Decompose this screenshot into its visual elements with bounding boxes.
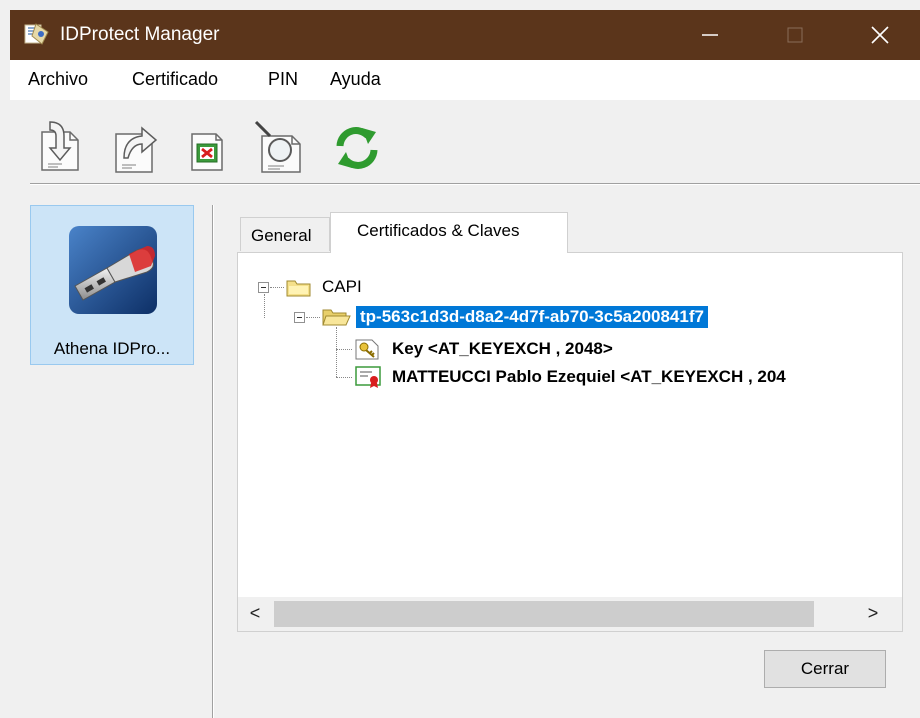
tree-node-key[interactable]: Key <AT_KEYEXCH , 2048> — [392, 339, 613, 359]
minimize-icon — [702, 34, 718, 36]
refresh-icon — [336, 127, 378, 169]
idprotect-app-icon — [24, 23, 49, 45]
menu-archivo[interactable]: Archivo — [28, 69, 88, 90]
tree-node-container[interactable]: tp-563c1d3d-d8a2-4d7f-ab70-3c5a200841f7 — [356, 306, 708, 328]
tree-connector — [336, 349, 352, 350]
import-certificate-icon — [41, 121, 79, 171]
collapse-container-toggle[interactable] — [294, 312, 305, 323]
scroll-right-button[interactable]: > — [856, 597, 890, 631]
toolbar-divider — [30, 183, 920, 185]
tree-node-certificate[interactable]: MATTEUCCI Pablo Ezequiel <AT_KEYEXCH , 2… — [392, 367, 786, 387]
tab-certificados-claves-label: Certificados & Claves — [357, 221, 520, 240]
tree-connector — [306, 317, 320, 318]
panel-divider — [212, 205, 214, 718]
refresh-button[interactable] — [330, 118, 384, 176]
menu-certificado[interactable]: Certificado — [132, 69, 218, 90]
folder-icon — [286, 280, 311, 297]
close-icon — [871, 26, 889, 44]
tab-general-label: General — [251, 226, 312, 245]
device-label: Athena IDPro... — [53, 339, 171, 358]
usb-token-icon — [69, 226, 157, 314]
certificate-tree[interactable]: CAPI tp-563c1d3d-d8a2-4d7f-ab70-3c5a2008… — [238, 253, 902, 593]
export-certificate-button[interactable] — [110, 118, 164, 176]
key-icon — [355, 339, 379, 360]
tab-general[interactable]: General — [240, 217, 330, 251]
tab-certificados-claves[interactable]: Certificados & Claves — [330, 212, 568, 253]
close-window-button[interactable] — [850, 10, 910, 60]
delete-certificate-button[interactable] — [188, 118, 242, 176]
menu-bar: Archivo Certificado PIN Ayuda — [10, 60, 920, 100]
certificate-icon — [355, 366, 381, 388]
title-bar: IDProtect Manager — [10, 10, 920, 60]
device-item-athena[interactable]: Athena IDPro... — [30, 205, 194, 365]
minimize-button[interactable] — [680, 10, 740, 60]
certificates-panel: CAPI tp-563c1d3d-d8a2-4d7f-ab70-3c5a2008… — [237, 252, 903, 632]
tree-connector — [336, 377, 352, 378]
view-certificate-icon — [254, 120, 301, 173]
scroll-left-button[interactable]: < — [238, 597, 272, 631]
delete-certificate-icon — [191, 133, 223, 171]
view-certificate-button[interactable] — [248, 118, 302, 176]
export-certificate-icon — [115, 126, 158, 173]
maximize-icon — [787, 27, 803, 43]
scroll-thumb[interactable] — [274, 601, 814, 627]
import-certificate-button[interactable] — [34, 118, 88, 176]
open-folder-icon — [322, 309, 351, 326]
cerrar-button[interactable]: Cerrar — [764, 650, 886, 688]
tree-connector — [264, 294, 265, 318]
tree-connector — [270, 287, 284, 288]
menu-pin[interactable]: PIN — [268, 69, 298, 90]
tree-connector — [336, 327, 337, 377]
window-title: IDProtect Manager — [60, 24, 220, 45]
horizontal-scrollbar[interactable]: < > — [238, 597, 902, 631]
collapse-capi-toggle[interactable] — [258, 282, 269, 293]
menu-ayuda[interactable]: Ayuda — [330, 69, 381, 90]
tree-node-capi[interactable]: CAPI — [322, 277, 362, 297]
maximize-button[interactable] — [765, 10, 825, 60]
